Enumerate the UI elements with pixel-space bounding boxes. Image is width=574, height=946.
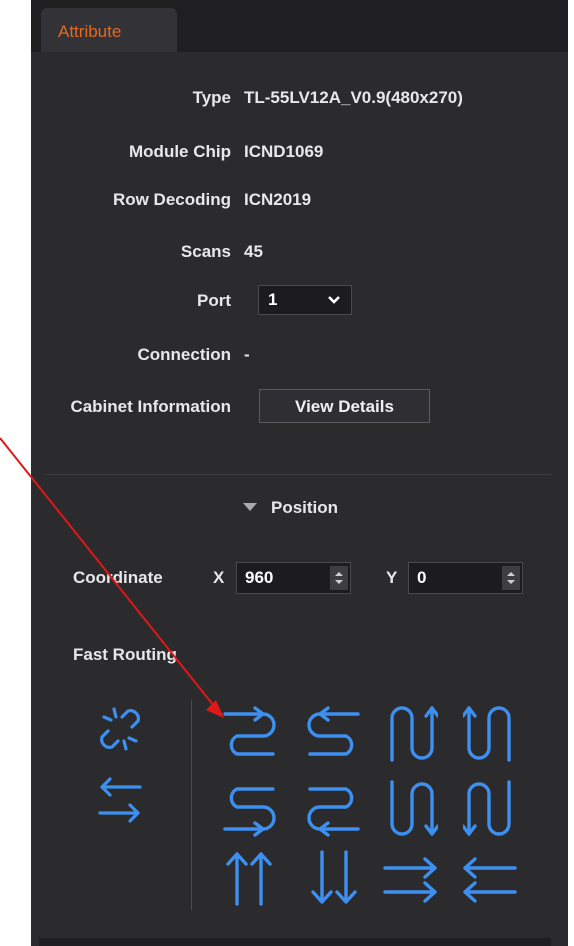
- section-divider: [46, 474, 551, 475]
- module-chip-label: Module Chip: [129, 142, 231, 161]
- tab-bar: Attribute: [31, 0, 568, 52]
- tab-attribute[interactable]: Attribute: [41, 8, 177, 52]
- row-decoding-value: ICN2019: [244, 190, 312, 209]
- route-snake-up-right-icon[interactable]: [386, 704, 440, 767]
- route-parallel-left-icon[interactable]: [461, 856, 517, 909]
- type-value: TL-55LV12A_V0.9(480x270): [244, 88, 463, 107]
- cabinet-information-label: Cabinet Information: [70, 397, 231, 416]
- route-snake-left-down-icon[interactable]: [306, 706, 362, 763]
- x-coordinate-value: 960: [245, 568, 274, 587]
- routing-separator: [191, 700, 192, 910]
- unlink-icon[interactable]: [96, 703, 144, 760]
- route-parallel-down-icon[interactable]: [308, 850, 360, 911]
- y-spin-arrows-icon[interactable]: [502, 566, 520, 590]
- route-snake-right-down-icon[interactable]: [221, 706, 277, 763]
- position-section-label: Position: [271, 498, 339, 517]
- y-coordinate-input[interactable]: 0: [408, 562, 523, 594]
- port-select[interactable]: 1: [258, 285, 352, 315]
- route-snake-up-left-icon[interactable]: [461, 704, 515, 767]
- route-parallel-up-icon[interactable]: [223, 850, 275, 911]
- port-label: Port: [197, 291, 231, 310]
- connection-value: -: [244, 345, 250, 364]
- swap-arrows-icon[interactable]: [96, 775, 144, 830]
- route-snake-left-up-icon[interactable]: [306, 785, 362, 842]
- route-snake-down-right-icon[interactable]: [386, 780, 440, 843]
- fast-routing-label: Fast Routing: [73, 645, 177, 664]
- x-coordinate-input[interactable]: 960: [236, 562, 351, 594]
- y-coordinate-value: 0: [417, 568, 427, 587]
- x-spin-arrows-icon[interactable]: [330, 566, 348, 590]
- x-label: X: [213, 568, 225, 587]
- module-chip-value: ICND1069: [244, 142, 324, 161]
- view-details-button[interactable]: View Details: [259, 389, 430, 423]
- y-label: Y: [386, 568, 398, 587]
- connection-label: Connection: [137, 345, 232, 364]
- route-parallel-right-icon[interactable]: [383, 856, 439, 909]
- row-decoding-label: Row Decoding: [112, 190, 231, 209]
- route-snake-down-left-icon[interactable]: [461, 780, 515, 843]
- scans-label: Scans: [180, 242, 231, 261]
- collapse-triangle-icon: [243, 503, 257, 511]
- coordinate-label: Coordinate: [73, 568, 163, 587]
- position-section-header[interactable]: Position: [243, 498, 338, 518]
- chevron-down-icon: [327, 292, 341, 312]
- panel-bottom-bar: [39, 938, 551, 946]
- type-label: Type: [192, 88, 231, 107]
- port-select-value: 1: [268, 290, 278, 309]
- scans-value: 45: [244, 242, 263, 261]
- route-snake-right-up-icon[interactable]: [221, 785, 277, 842]
- attribute-panel: Attribute Type TL-55LV12A_V0.9(480x270) …: [31, 0, 568, 946]
